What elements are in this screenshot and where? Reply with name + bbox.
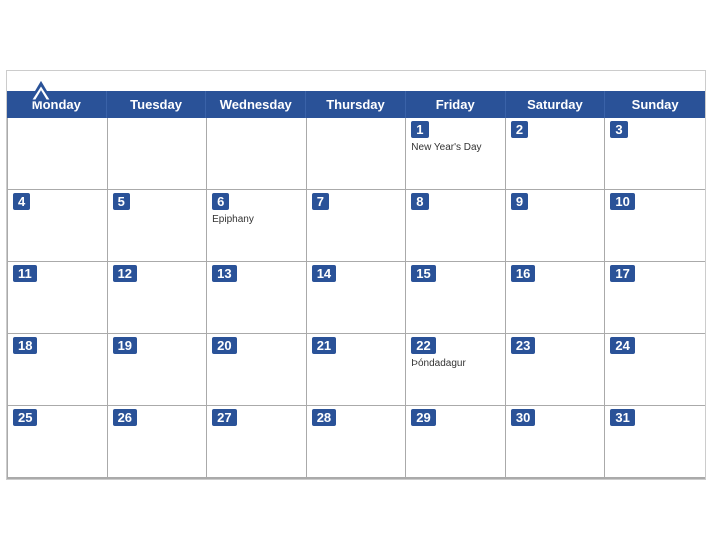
day-number: 29 [411,409,435,426]
day-number: 21 [312,337,336,354]
day-number: 12 [113,265,137,282]
day-cell: 18 [8,334,108,406]
day-number: 1 [411,121,428,138]
day-number: 23 [511,337,535,354]
day-number: 8 [411,193,428,210]
day-number: 5 [113,193,130,210]
holiday-name: Þóndadagur [411,358,500,370]
day-cell: 17 [605,262,705,334]
day-number: 4 [13,193,30,210]
day-number: 13 [212,265,236,282]
calendar-header [7,71,705,91]
day-number: 30 [511,409,535,426]
day-cell: 7 [307,190,407,262]
day-cell: 14 [307,262,407,334]
day-cell: 10 [605,190,705,262]
day-header-friday: Friday [406,91,506,118]
day-number: 25 [13,409,37,426]
day-number: 6 [212,193,229,210]
day-cell: 4 [8,190,108,262]
day-cell [207,118,307,190]
day-headers: MondayTuesdayWednesdayThursdayFridaySatu… [7,91,705,118]
day-number: 2 [511,121,528,138]
day-cell: 1 New Year's Day [406,118,506,190]
day-cell [8,118,108,190]
day-number: 27 [212,409,236,426]
day-cell [307,118,407,190]
day-cell: 26 [108,406,208,478]
day-number: 26 [113,409,137,426]
day-cell: 31 [605,406,705,478]
day-cell: 3 [605,118,705,190]
day-cell: 2 [506,118,606,190]
holiday-name: Epiphany [212,214,301,226]
day-cell: 28 [307,406,407,478]
day-header-wednesday: Wednesday [206,91,306,118]
day-number: 18 [13,337,37,354]
day-cell: 24 [605,334,705,406]
day-number: 17 [610,265,634,282]
day-cell: 9 [506,190,606,262]
day-number: 20 [212,337,236,354]
day-cell: 5 [108,190,208,262]
day-number: 19 [113,337,137,354]
day-cell: 6 Epiphany [207,190,307,262]
day-cell: 22 Þóndadagur [406,334,506,406]
day-cell: 13 [207,262,307,334]
day-number: 10 [610,193,634,210]
logo [27,79,58,107]
day-cell: 8 [406,190,506,262]
day-cell: 15 [406,262,506,334]
day-cell: 30 [506,406,606,478]
day-cell: 21 [307,334,407,406]
day-number: 3 [610,121,627,138]
day-number: 11 [13,265,37,282]
day-header-tuesday: Tuesday [107,91,207,118]
day-header-saturday: Saturday [506,91,606,118]
day-cell: 12 [108,262,208,334]
day-header-thursday: Thursday [306,91,406,118]
day-cell: 16 [506,262,606,334]
day-number: 22 [411,337,435,354]
day-cell: 11 [8,262,108,334]
day-cell: 29 [406,406,506,478]
day-number: 28 [312,409,336,426]
day-number: 24 [610,337,634,354]
day-header-sunday: Sunday [605,91,705,118]
day-cell: 25 [8,406,108,478]
day-number: 31 [610,409,634,426]
day-cell: 27 [207,406,307,478]
day-cell: 20 [207,334,307,406]
day-number: 7 [312,193,329,210]
day-cell: 23 [506,334,606,406]
calendar: MondayTuesdayWednesdayThursdayFridaySatu… [6,70,706,480]
day-number: 14 [312,265,336,282]
day-number: 15 [411,265,435,282]
calendar-grid: 1New Year's Day23456Epiphany789101112131… [7,118,705,479]
logo-icon [27,79,55,107]
day-number: 16 [511,265,535,282]
day-cell: 19 [108,334,208,406]
day-number: 9 [511,193,528,210]
holiday-name: New Year's Day [411,142,500,154]
day-cell [108,118,208,190]
